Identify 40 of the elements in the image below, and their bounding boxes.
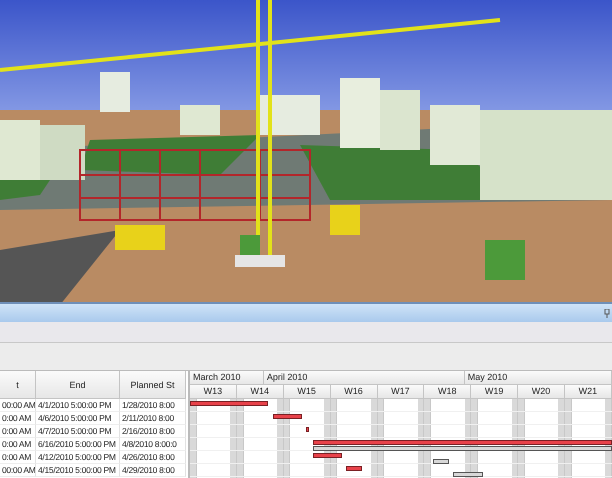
planned-bar <box>433 459 450 464</box>
table-cell: 00:00 AM <box>0 399 36 412</box>
week-header: W17 <box>378 385 424 399</box>
week-header: W21 <box>565 385 612 399</box>
month-header: April 2010 <box>264 371 465 385</box>
table-cell: 0:00 AM <box>0 451 36 464</box>
month-header: May 2010 <box>464 371 612 385</box>
week-header: W14 <box>236 385 284 399</box>
actual-bar <box>272 414 302 419</box>
column-header[interactable]: t <box>0 371 36 399</box>
table-cell: 0:00 AM <box>0 412 36 425</box>
table-cell: 2/11/2010 8:00 <box>120 412 186 425</box>
week-header: W20 <box>518 385 565 399</box>
actual-bar <box>312 453 342 458</box>
month-header: March 2010 <box>190 371 264 385</box>
table-cell: 4/6/2010 5:00:00 PM <box>36 412 120 425</box>
table-cell: 4/12/2010 5:00:00 PM <box>36 451 120 464</box>
table-cell: 4/29/2010 8:00 <box>120 464 186 477</box>
table-cell: 6/16/2010 5:00:00 PM <box>36 438 120 451</box>
table-cell: 1/28/2010 8:00 <box>120 399 186 412</box>
pin-icon[interactable] <box>604 308 610 318</box>
week-header: W13 <box>190 385 237 399</box>
table-cell: 00:00 AM <box>0 464 36 477</box>
table-cell: 0:00 AM <box>0 425 36 438</box>
column-header[interactable]: Planned St <box>120 371 186 399</box>
week-header: W15 <box>284 385 331 399</box>
column-header[interactable]: End <box>36 371 120 399</box>
week-header: W18 <box>424 385 472 399</box>
table-cell: 4/26/2010 8:00 <box>120 451 186 464</box>
week-header: W16 <box>330 385 378 399</box>
actual-bar <box>306 427 309 432</box>
table-cell: 4/15/2010 5:00:00 PM <box>36 464 120 477</box>
table-cell: 4/7/2010 5:00:00 PM <box>36 425 120 438</box>
table-cell: 2/16/2010 8:00 <box>120 425 186 438</box>
table-cell: 4/1/2010 5:00:00 PM <box>36 399 120 412</box>
planned-bar <box>453 472 483 477</box>
table-cell: 4/8/2010 8:00:0 <box>120 438 186 451</box>
week-header: W19 <box>471 385 518 399</box>
table-cell: 0:00 AM <box>0 438 36 451</box>
actual-bar <box>346 466 362 471</box>
